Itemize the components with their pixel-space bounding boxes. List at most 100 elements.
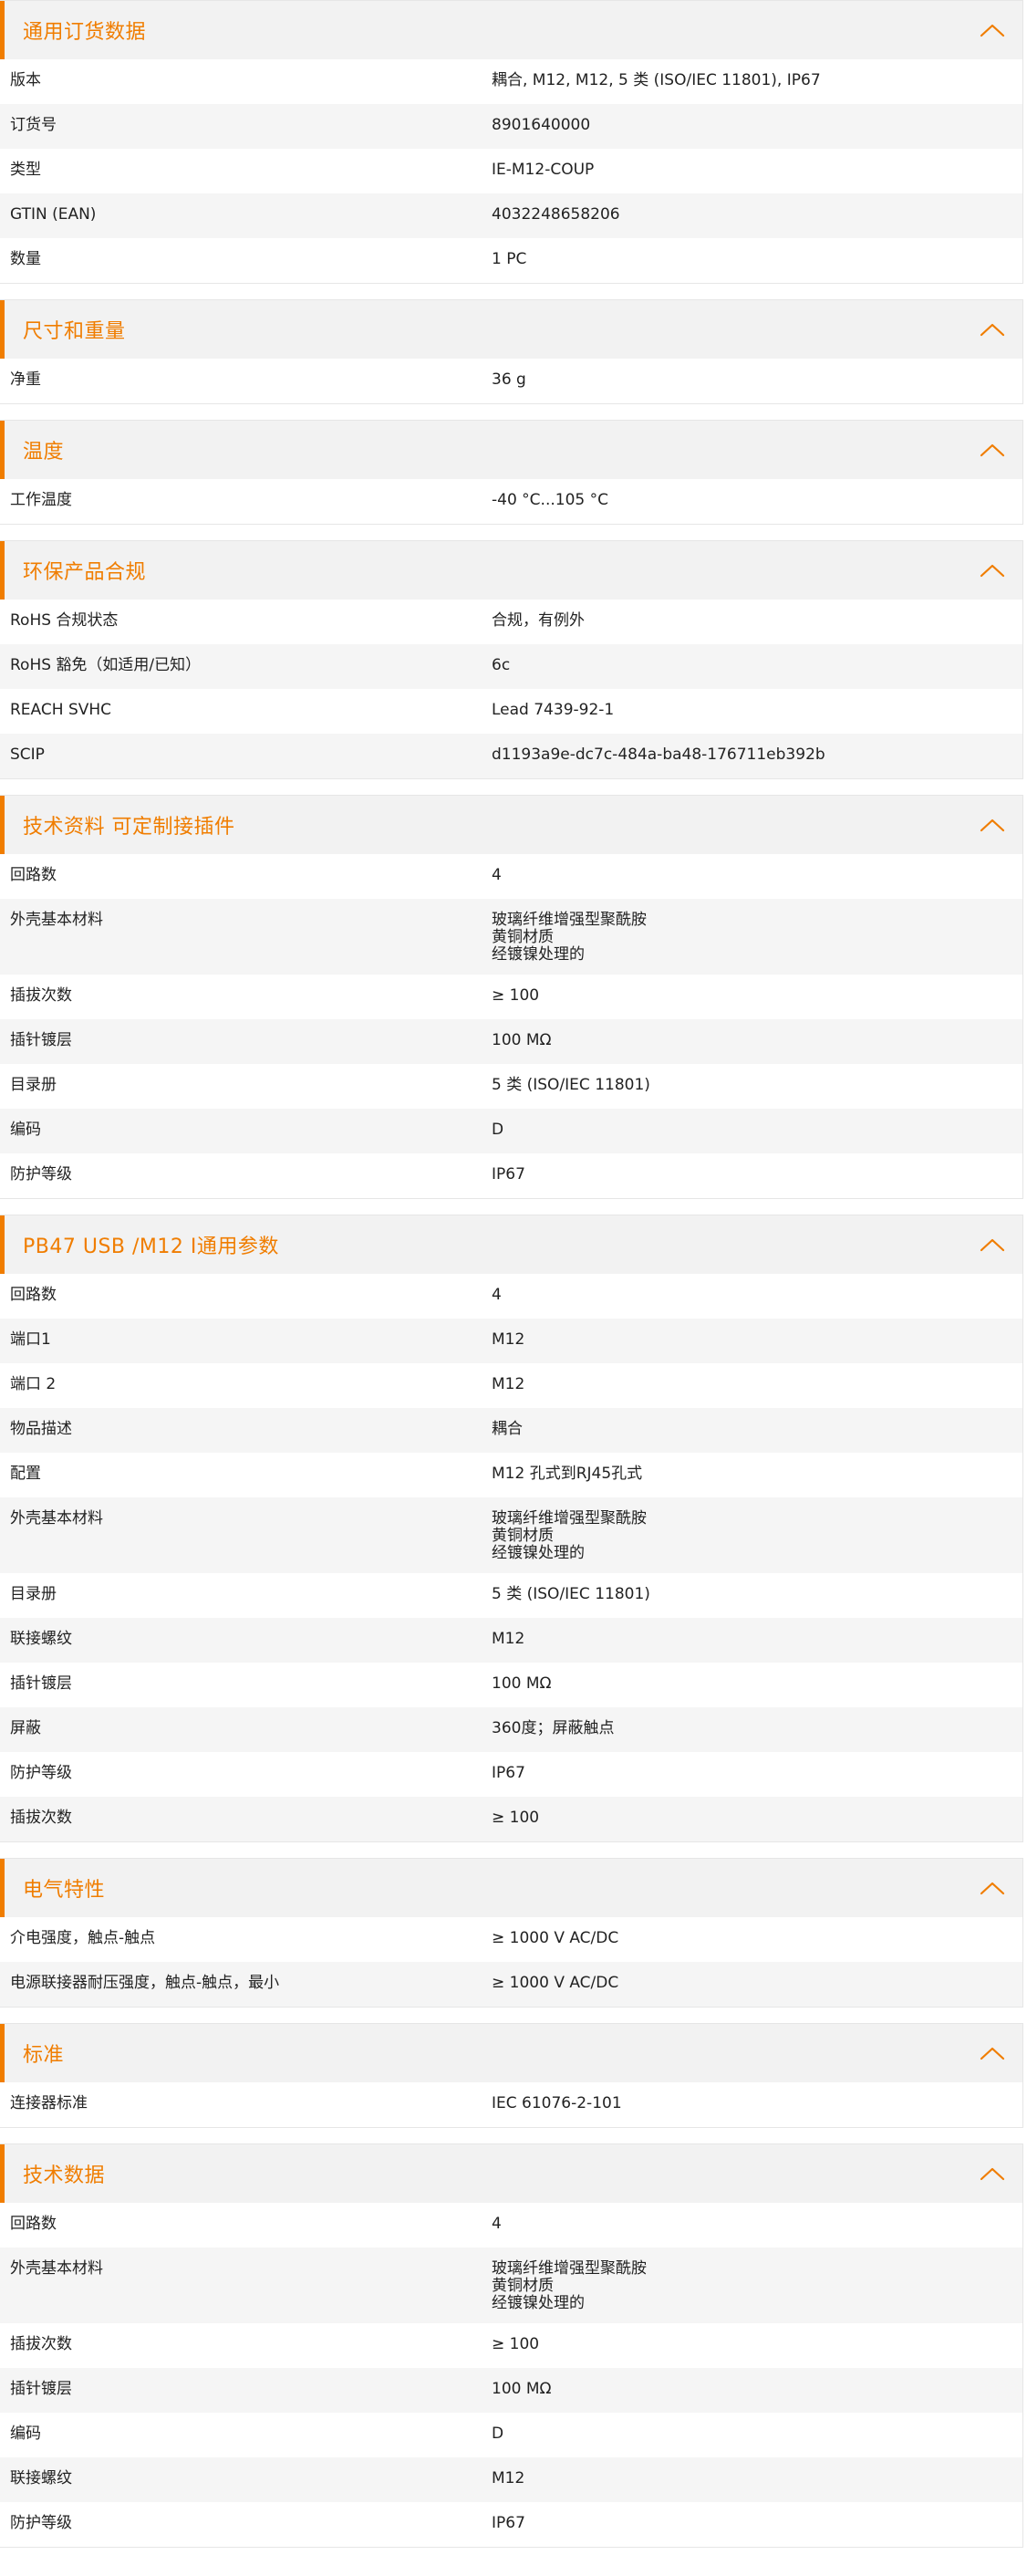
spec-row: 插拔次数 ≥ 100 [0, 975, 1022, 1019]
spec-value: 4 [492, 866, 502, 884]
spec-row: RoHS 豁免（如适用/已知） 6c [0, 644, 1022, 689]
chevron-up-icon[interactable] [980, 23, 1005, 37]
spec-value: IEC 61076-2-101 [492, 2094, 622, 2112]
spec-row: 插针镀层 100 MΩ [0, 1663, 1022, 1707]
spec-value: M12 孔式到RJ45孔式 [492, 1465, 643, 1483]
section-title: 通用订货数据 [23, 21, 147, 44]
spec-value: IE-M12-COUP [492, 161, 595, 179]
spec-row: REACH SVHC Lead 7439-92-1 [0, 689, 1022, 734]
spec-row: 外壳基本材料 玻璃纤维增强型聚酰胺 黄铜材质 经镀镍处理的 [0, 2247, 1022, 2323]
spec-value: 6c [492, 656, 511, 674]
spec-row: 版本 耦合, M12, M12, 5 类 (ISO/IEC 11801), IP… [0, 59, 1022, 104]
section-rows: 净重 36 g [0, 359, 1022, 403]
spec-label: RoHS 豁免（如适用/已知） [10, 656, 202, 674]
section-title: PB47 USB /M12 I通用参数 [23, 1236, 279, 1258]
section-header[interactable]: PB47 USB /M12 I通用参数 [0, 1215, 1022, 1274]
spec-row: 外壳基本材料 玻璃纤维增强型聚酰胺 黄铜材质 经镀镍处理的 [0, 899, 1022, 975]
section-header[interactable]: 技术数据 [0, 2144, 1022, 2203]
chevron-up-icon[interactable] [980, 2166, 1005, 2181]
section-header[interactable]: 尺寸和重量 [0, 300, 1022, 359]
spec-row: 插拔次数 ≥ 100 [0, 2323, 1022, 2368]
spec-value: 100 MΩ [492, 1674, 552, 1693]
spec-row: 端口 2 M12 [0, 1363, 1022, 1408]
spec-label: 插拔次数 [10, 986, 72, 1005]
spec-row: 电源联接器耐压强度，触点-触点，最小 ≥ 1000 V AC/DC [0, 1962, 1022, 2007]
spec-value: 4 [492, 2215, 502, 2233]
spec-value: IP67 [492, 2514, 525, 2532]
section-rows: 介电强度，触点-触点 ≥ 1000 V AC/DC 电源联接器耐压强度，触点-触… [0, 1917, 1022, 2007]
spec-value: M12 [492, 2469, 525, 2487]
spec-value: ≥ 1000 V AC/DC [492, 1974, 619, 1992]
spec-section: 温度 工作温度 -40 °C...105 °C [0, 420, 1023, 525]
chevron-up-icon[interactable] [980, 1881, 1005, 1895]
spec-label: 防护等级 [10, 1165, 72, 1184]
spec-value: ≥ 1000 V AC/DC [492, 1929, 619, 1947]
spec-row: 编码 D [0, 2413, 1022, 2457]
spec-section: 技术资料 可定制接插件 回路数 4 外壳基本材料 玻璃纤维增强型聚酰胺 黄铜材质… [0, 795, 1023, 1199]
spec-label: 外壳基本材料 [10, 1509, 103, 1528]
section-rows: 工作温度 -40 °C...105 °C [0, 479, 1022, 524]
spec-label: 净重 [10, 370, 41, 389]
section-header[interactable]: 技术资料 可定制接插件 [0, 796, 1022, 854]
spec-label: 数量 [10, 250, 41, 268]
spec-row: 插针镀层 100 MΩ [0, 1019, 1022, 1064]
spec-value: 4032248658206 [492, 205, 620, 224]
spec-label: 防护等级 [10, 2514, 72, 2532]
section-header[interactable]: 标准 [0, 2024, 1022, 2082]
spec-label: 联接螺纹 [10, 1630, 72, 1648]
spec-row: 数量 1 PC [0, 238, 1022, 283]
spec-row: SCIP d1193a9e-dc7c-484a-ba48-176711eb392… [0, 734, 1022, 778]
spec-label: 回路数 [10, 1286, 57, 1304]
spec-value: d1193a9e-dc7c-484a-ba48-176711eb392b [492, 746, 825, 764]
spec-value: 360度；屏蔽触点 [492, 1719, 615, 1737]
spec-row: 目录册 5 类 (ISO/IEC 11801) [0, 1064, 1022, 1109]
spec-label: 插针镀层 [10, 1674, 72, 1693]
spec-value: M12 [492, 1375, 525, 1393]
spec-row: 联接螺纹 M12 [0, 2457, 1022, 2502]
spec-row: 回路数 4 [0, 2203, 1022, 2247]
section-title: 环保产品合规 [23, 561, 147, 584]
spec-label: 目录册 [10, 1076, 57, 1094]
spec-value: ≥ 100 [492, 1809, 540, 1827]
chevron-up-icon[interactable] [980, 443, 1005, 457]
spec-row: 目录册 5 类 (ISO/IEC 11801) [0, 1573, 1022, 1618]
section-header[interactable]: 温度 [0, 421, 1022, 479]
spec-value: 耦合, M12, M12, 5 类 (ISO/IEC 11801), IP67 [492, 71, 821, 89]
spec-value: ≥ 100 [492, 986, 540, 1005]
section-rows: 回路数 4 端口1 M12 端口 2 M12 物品描述 耦合 配置 M12 孔式… [0, 1274, 1022, 1841]
spec-row: 联接螺纹 M12 [0, 1618, 1022, 1663]
spec-label: 外壳基本材料 [10, 911, 103, 929]
chevron-up-icon[interactable] [980, 1237, 1005, 1252]
spec-label: SCIP [10, 746, 45, 764]
spec-label: REACH SVHC [10, 701, 112, 719]
spec-value: 1 PC [492, 250, 527, 268]
section-rows: 版本 耦合, M12, M12, 5 类 (ISO/IEC 11801), IP… [0, 59, 1022, 283]
section-rows: 回路数 4 外壳基本材料 玻璃纤维增强型聚酰胺 黄铜材质 经镀镍处理的 插拔次数… [0, 854, 1022, 1198]
section-header[interactable]: 电气特性 [0, 1859, 1022, 1917]
spec-row: 防护等级 IP67 [0, 2502, 1022, 2547]
chevron-up-icon[interactable] [980, 322, 1005, 337]
spec-value: D [492, 2425, 504, 2443]
spec-value: 玻璃纤维增强型聚酰胺 黄铜材质 经镀镍处理的 [492, 911, 647, 964]
spec-label: 工作温度 [10, 491, 72, 509]
spec-row: RoHS 合规状态 合规，有例外 [0, 600, 1022, 644]
spec-row: 类型 IE-M12-COUP [0, 149, 1022, 193]
spec-value: 8901640000 [492, 116, 591, 134]
spec-label: 目录册 [10, 1585, 57, 1603]
section-header[interactable]: 环保产品合规 [0, 541, 1022, 600]
spec-value: Lead 7439-92-1 [492, 701, 615, 719]
spec-label: 外壳基本材料 [10, 2259, 103, 2278]
spec-label: 插拔次数 [10, 2335, 72, 2353]
spec-value: 玻璃纤维增强型聚酰胺 黄铜材质 经镀镍处理的 [492, 1509, 647, 1562]
spec-row: 订货号 8901640000 [0, 104, 1022, 149]
spec-label: 订货号 [10, 116, 57, 134]
chevron-up-icon[interactable] [980, 818, 1005, 832]
spec-label: 回路数 [10, 2215, 57, 2233]
spec-row: 连接器标准 IEC 61076-2-101 [0, 2082, 1022, 2127]
spec-label: 介电强度，触点-触点 [10, 1929, 156, 1947]
chevron-up-icon[interactable] [980, 563, 1005, 578]
spec-section: 技术数据 回路数 4 外壳基本材料 玻璃纤维增强型聚酰胺 黄铜材质 经镀镍处理的… [0, 2143, 1023, 2548]
section-header[interactable]: 通用订货数据 [0, 1, 1022, 59]
spec-sections: 通用订货数据 版本 耦合, M12, M12, 5 类 (ISO/IEC 118… [0, 0, 1027, 2548]
chevron-up-icon[interactable] [980, 2046, 1005, 2060]
